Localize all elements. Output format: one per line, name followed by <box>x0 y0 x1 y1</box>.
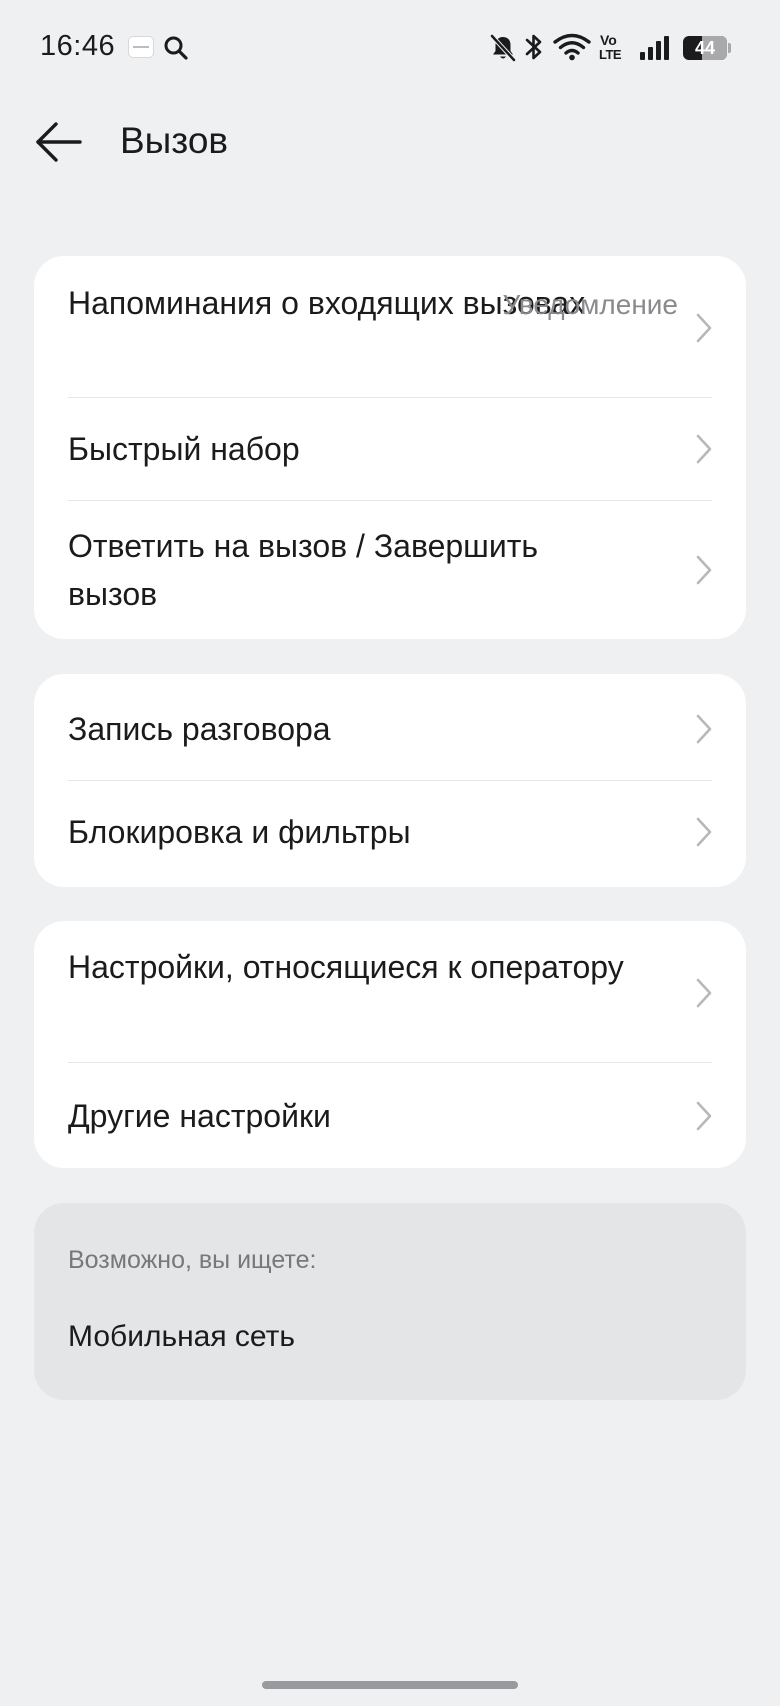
arrow-left-icon <box>36 122 82 162</box>
settings-item-label: Запись разговора <box>68 711 331 747</box>
cellular-signal-icon <box>639 35 671 66</box>
volte-icon: Vo LTE <box>598 33 628 63</box>
back-button[interactable] <box>30 114 88 170</box>
settings-item-label: Блокировка и фильтры <box>68 814 411 850</box>
app-notification-icon <box>128 36 154 58</box>
settings-item-operator-settings[interactable]: Настройки, относящиеся к оператору <box>34 921 746 1062</box>
settings-item-label: Быстрый набор <box>68 431 300 467</box>
chevron-right-icon <box>696 313 712 343</box>
suggestion-link-mobile-network[interactable]: Мобильная сеть <box>68 1320 295 1354</box>
chevron-right-icon <box>696 555 712 585</box>
wifi-icon <box>553 33 591 66</box>
settings-item-value: Уведомление <box>502 289 678 320</box>
page-header: Вызов <box>0 100 780 184</box>
bell-muted-icon <box>488 33 518 68</box>
settings-item-other-settings[interactable]: Другие настройки <box>34 1063 746 1168</box>
battery-level: 44 <box>694 38 716 58</box>
chevron-right-icon <box>696 434 712 464</box>
chevron-right-icon <box>696 978 712 1008</box>
settings-item-label: Ответить на вызов / Завершить вызов <box>68 528 539 612</box>
settings-group-calls: Напоминания о входящих вызовах Уведомлен… <box>34 256 746 639</box>
settings-item-call-recording[interactable]: Запись разговора <box>34 674 746 780</box>
battery-tip <box>728 43 731 53</box>
volte-top-label: Vo <box>600 32 617 48</box>
settings-item-answer-end-call[interactable]: Ответить на вызов / Завершить вызов <box>34 501 746 639</box>
settings-item-speed-dial[interactable]: Быстрый набор <box>34 398 746 500</box>
settings-group-operator: Настройки, относящиеся к оператору Други… <box>34 921 746 1168</box>
bluetooth-icon <box>524 32 544 67</box>
status-time: 16:46 <box>40 30 116 62</box>
suggestions-card: Возможно, вы ищете: Мобильная сеть <box>34 1203 746 1400</box>
chevron-right-icon <box>696 817 712 847</box>
settings-group-recording: Запись разговора Блокировка и фильтры <box>34 674 746 887</box>
settings-item-blocking-filters[interactable]: Блокировка и фильтры <box>34 781 746 887</box>
settings-item-label: Другие настройки <box>68 1098 331 1134</box>
suggestions-heading: Возможно, вы ищете: <box>68 1246 317 1274</box>
page-title: Вызов <box>120 120 229 161</box>
chevron-right-icon <box>696 714 712 744</box>
chevron-right-icon <box>696 1101 712 1131</box>
battery-icon: 44 <box>683 36 727 60</box>
status-bar: 16:46 Vo LTE 44 <box>0 0 780 96</box>
home-indicator[interactable] <box>262 1681 518 1689</box>
volte-bottom-label: LTE <box>599 47 622 62</box>
settings-item-label: Настройки, относящиеся к оператору <box>68 949 624 985</box>
settings-item-incoming-call-reminders[interactable]: Напоминания о входящих вызовах Уведомлен… <box>34 256 746 397</box>
search-icon <box>163 35 189 66</box>
